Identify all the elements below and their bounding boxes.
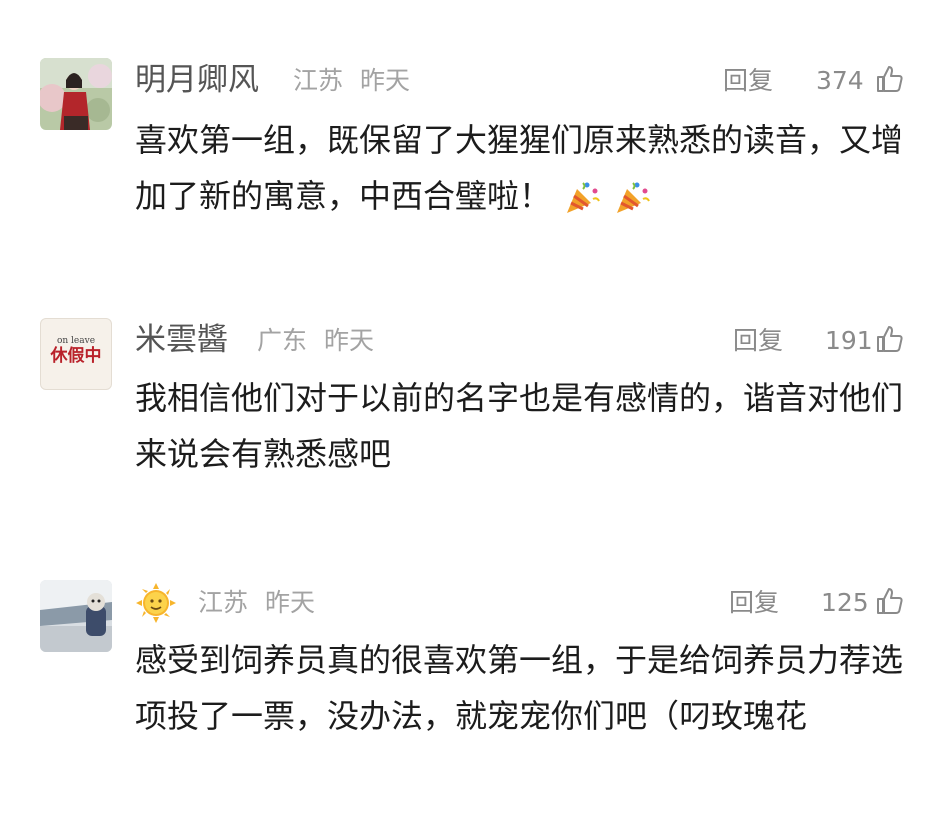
user-name[interactable]: 明月卿风 — [135, 60, 259, 100]
reply-button[interactable]: 回复 — [723, 64, 773, 98]
like-count: 125 — [821, 588, 869, 617]
comment-location: 江苏 — [198, 588, 249, 617]
comment-time: 昨天 — [324, 326, 375, 355]
avatar-title: 休假中 — [50, 346, 102, 366]
thumbs-up-icon[interactable] — [875, 586, 905, 616]
comment-time: 昨天 — [360, 66, 411, 95]
thumbs-up-icon[interactable] — [875, 324, 905, 354]
comment-location: 江苏 — [293, 66, 344, 95]
comment-text: 感受到饲养员真的很喜欢第一组，于是给饲养员力荐选项投了一票，没办法，就宠宠你们吧… — [135, 641, 904, 735]
user-avatar[interactable] — [40, 58, 112, 130]
party-popper-emoji — [567, 182, 601, 213]
reply-button[interactable]: 回复 — [729, 586, 779, 620]
user-name[interactable]: 米雲醬 — [135, 320, 228, 360]
sun-face-icon[interactable] — [135, 582, 177, 624]
comment-text: 喜欢第一组，既保留了大猩猩们原来熟悉的读音，又增加了新的寓意，中西合璧啦！ — [135, 112, 905, 224]
like-count: 191 — [825, 326, 873, 355]
thumbs-up-icon[interactable] — [875, 64, 905, 94]
user-avatar[interactable] — [40, 580, 112, 652]
user-avatar[interactable]: on leave 休假中 — [40, 318, 112, 390]
party-popper-emoji — [617, 182, 651, 213]
comment-page: { "comments": [ { "user": "明月卿风", "locat… — [0, 0, 949, 830]
reply-button[interactable]: 回复 — [733, 324, 783, 358]
avatar-caption: on leave — [56, 336, 96, 346]
comment-location: 广东 — [257, 326, 308, 355]
comment-time: 昨天 — [265, 588, 316, 617]
like-count: 374 — [816, 66, 864, 95]
comment-text: 我相信他们对于以前的名字也是有感情的，谐音对他们来说会有熟悉感吧 — [135, 379, 904, 473]
comment-text-content: 喜欢第一组，既保留了大猩猩们原来熟悉的读音，又增加了新的寓意，中西合璧啦！ — [135, 121, 904, 215]
